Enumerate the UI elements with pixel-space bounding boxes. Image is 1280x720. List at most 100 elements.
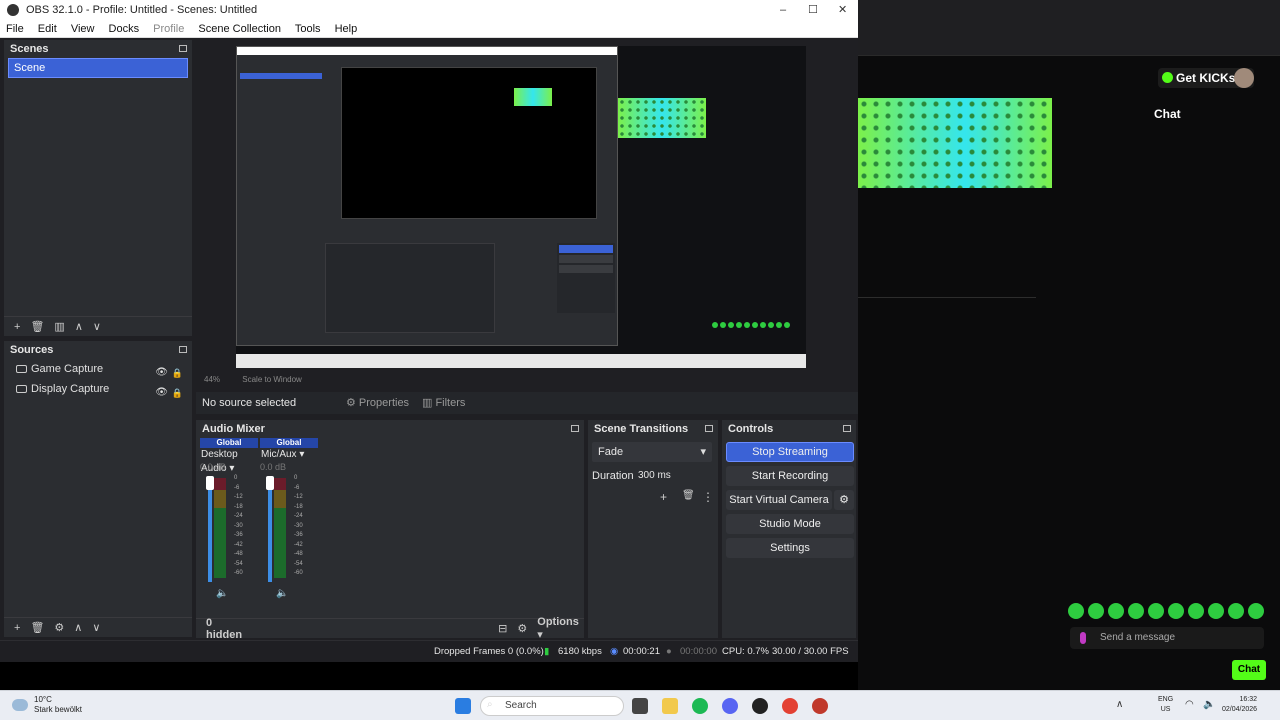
menu-view[interactable]: View	[71, 23, 95, 35]
menu-tools[interactable]: Tools	[295, 23, 321, 35]
file-explorer-icon[interactable]	[662, 698, 678, 714]
task-view-icon[interactable]	[632, 698, 648, 714]
gear-icon[interactable]: ⚙	[834, 490, 854, 510]
float-icon[interactable]	[179, 45, 187, 52]
transition-select[interactable]: Fade	[592, 442, 712, 462]
emote-icon[interactable]	[1188, 603, 1204, 619]
level-meter	[274, 478, 286, 578]
menu-profile[interactable]: Profile	[153, 23, 184, 35]
volume-fader[interactable]	[208, 478, 212, 582]
menu-docks[interactable]: Docks	[109, 23, 140, 35]
emote-icon[interactable]	[1068, 603, 1084, 619]
options-button[interactable]: Options ▾	[537, 616, 584, 641]
trash-icon[interactable]: 🗑	[682, 490, 695, 501]
scene-item[interactable]: Scene	[8, 58, 188, 78]
move-down-icon[interactable]: ∨	[92, 621, 100, 634]
volume-icon[interactable]: 🔈	[216, 588, 228, 599]
windows-start-icon[interactable]	[455, 698, 471, 714]
source-label: Game Capture	[31, 363, 104, 375]
volume-icon[interactable]: 🔈	[276, 588, 288, 599]
chat-message-input[interactable]: Send a message	[1070, 627, 1264, 649]
move-down-icon[interactable]: ∨	[93, 320, 101, 333]
channel-name[interactable]: Desktop Audio ▾	[200, 448, 258, 474]
emote-icon[interactable]	[1128, 603, 1144, 619]
zoom-value[interactable]: 44%	[204, 375, 220, 384]
settings-button[interactable]: Settings	[726, 538, 854, 558]
taskbar-search[interactable]: Search	[480, 696, 624, 716]
sources-title-text: Sources	[10, 344, 54, 356]
channel-name[interactable]: Mic/Aux ▾	[260, 448, 318, 462]
clock[interactable]: 16:32 02/04/2026	[1222, 695, 1257, 715]
stream-video-preview[interactable]	[858, 98, 1052, 188]
add-icon[interactable]: +	[660, 490, 667, 504]
weather-widget[interactable]: 10°C Stark bewölkt	[34, 695, 82, 715]
menu-file[interactable]: File	[6, 23, 24, 35]
fader-knob[interactable]	[206, 476, 214, 490]
language-indicator[interactable]: ENG US	[1158, 695, 1173, 715]
chat-send-button[interactable]: Chat	[1232, 660, 1266, 680]
scale-mode[interactable]: Scale to Window	[242, 375, 302, 384]
emote-icon	[744, 322, 750, 328]
minimize-button[interactable]: –	[780, 0, 786, 20]
window-title: OBS 32.1.0 - Profile: Untitled - Scenes:…	[26, 4, 258, 16]
add-icon[interactable]: +	[14, 321, 20, 333]
cloud-icon[interactable]	[12, 699, 28, 711]
fader-knob[interactable]	[266, 476, 274, 490]
app-icon[interactable]	[812, 698, 828, 714]
layout-icon[interactable]: ⊟	[498, 622, 507, 635]
emote-icon[interactable]	[1148, 603, 1164, 619]
scale-tick: -42	[234, 541, 243, 548]
more-icon[interactable]: ⋮	[702, 490, 714, 504]
discord-icon[interactable]	[722, 698, 738, 714]
emote-icon[interactable]	[1108, 603, 1124, 619]
filters-button[interactable]: ▥ Filters	[422, 392, 465, 414]
obs-taskbar-icon[interactable]	[752, 698, 768, 714]
close-button[interactable]: ✕	[838, 0, 847, 20]
chevron-up-icon[interactable]: ∧	[1116, 699, 1123, 710]
stop-streaming-button[interactable]: Stop Streaming	[726, 442, 854, 462]
move-up-icon[interactable]: ∧	[74, 621, 82, 634]
eye-icon[interactable]: 👁	[155, 383, 168, 403]
speaker-icon[interactable]: 🔈	[1203, 699, 1215, 710]
move-up-icon[interactable]: ∧	[75, 320, 83, 333]
volume-fader[interactable]	[268, 478, 272, 582]
menu-scene-collection[interactable]: Scene Collection	[198, 23, 281, 35]
start-virtual-camera-button[interactable]: Start Virtual Camera	[726, 490, 832, 510]
global-badge: Global	[200, 438, 258, 448]
menu-edit[interactable]: Edit	[38, 23, 57, 35]
filter-icon[interactable]: ▥	[54, 320, 64, 333]
browser-window: Get KICKs Chat Send a message Chat	[858, 0, 1280, 690]
source-item-display-capture[interactable]: Display Capture 👁 🔒	[4, 379, 192, 399]
spotify-icon[interactable]	[692, 698, 708, 714]
preview-area[interactable]	[196, 38, 858, 372]
emote-icon[interactable]	[1228, 603, 1244, 619]
emote-bar[interactable]	[1068, 603, 1264, 619]
emote-icon[interactable]	[1088, 603, 1104, 619]
scale-tick: -54	[234, 560, 243, 567]
lock-icon[interactable]: 🔒	[172, 383, 183, 403]
start-recording-button[interactable]: Start Recording	[726, 466, 854, 486]
float-icon[interactable]	[705, 425, 713, 432]
menu-help[interactable]: Help	[335, 23, 358, 35]
float-icon[interactable]	[843, 425, 851, 432]
emote-icon[interactable]	[1168, 603, 1184, 619]
avatar[interactable]	[1234, 68, 1254, 88]
chrome-icon[interactable]	[782, 698, 798, 714]
properties-button[interactable]: ⚙ Properties	[346, 392, 409, 414]
maximize-button[interactable]: ☐	[808, 0, 818, 20]
add-icon[interactable]: +	[14, 622, 20, 634]
emote-icon[interactable]	[1248, 603, 1264, 619]
studio-mode-button[interactable]: Studio Mode	[726, 514, 854, 534]
preview-canvas[interactable]	[236, 46, 806, 368]
float-icon[interactable]	[571, 425, 579, 432]
gear-icon[interactable]: ⚙	[517, 622, 527, 635]
float-icon[interactable]	[179, 346, 187, 353]
trash-icon[interactable]: 🗑	[30, 621, 44, 634]
emote-icon[interactable]	[1208, 603, 1224, 619]
source-item-game-capture[interactable]: Game Capture 👁 🔒	[4, 359, 192, 379]
gear-icon[interactable]: ⚙	[54, 621, 64, 634]
wifi-icon[interactable]: ◠	[1185, 699, 1194, 710]
options-label: Options	[537, 616, 579, 628]
trash-icon[interactable]: 🗑	[30, 320, 44, 333]
duration-input[interactable]: 300 ms	[632, 466, 712, 486]
